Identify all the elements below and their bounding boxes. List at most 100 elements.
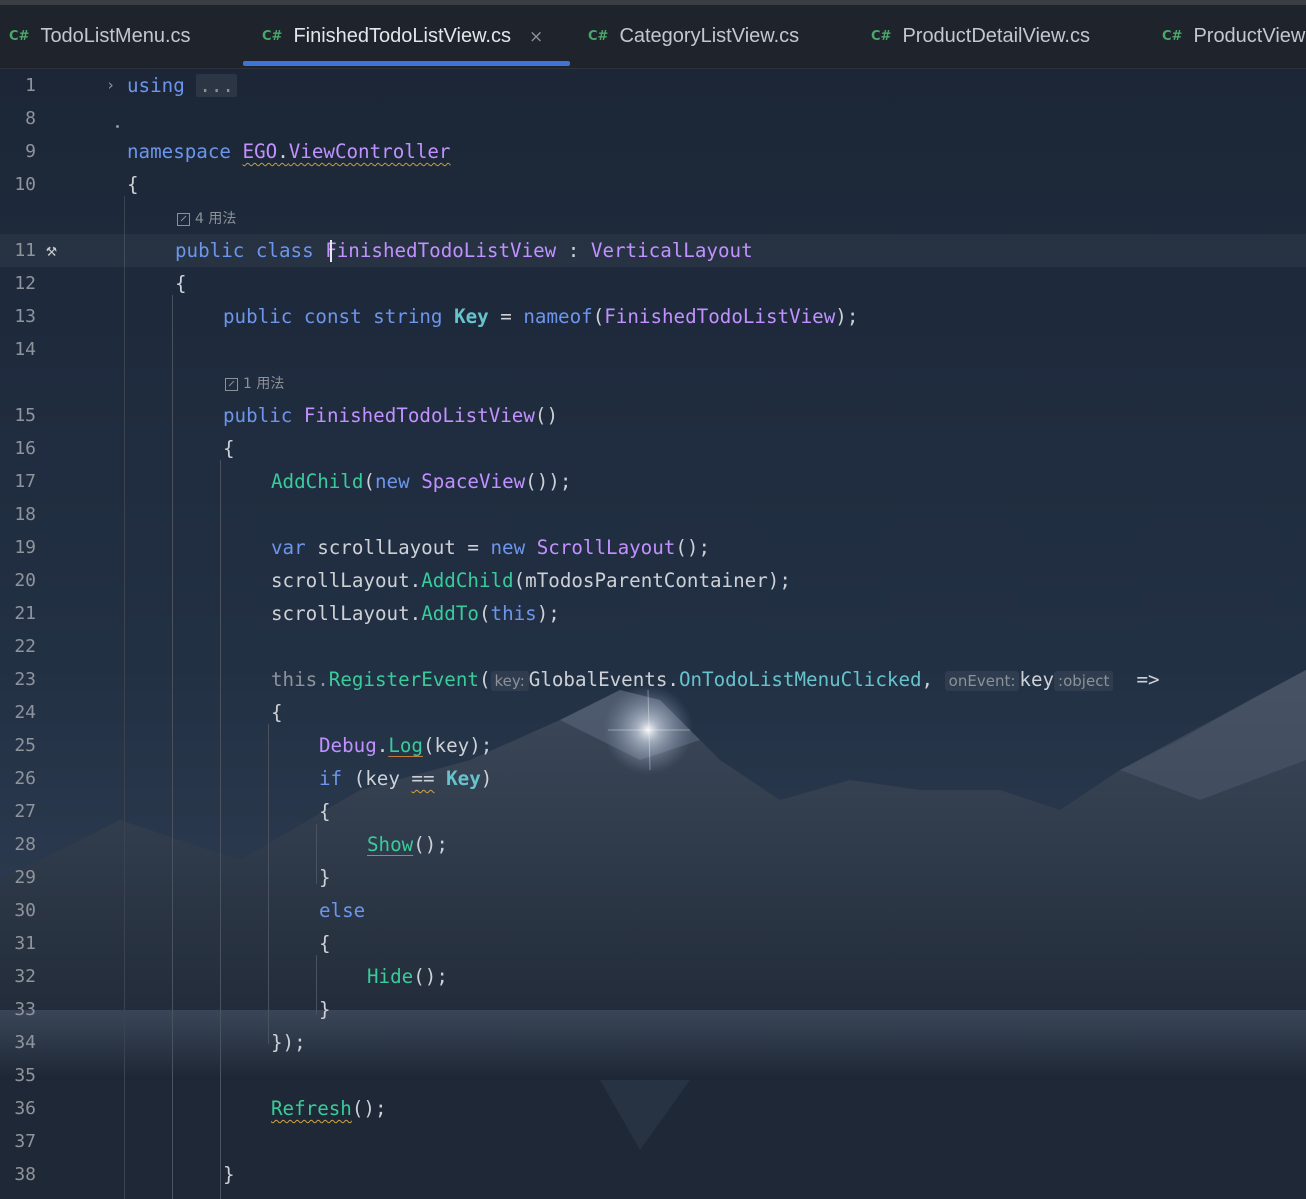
collapsed-region[interactable]: ... — [196, 74, 237, 97]
constant: Key — [446, 767, 481, 790]
line-number: 23 — [14, 669, 36, 690]
line-number: 30 — [14, 900, 36, 921]
code-line: 14 — [0, 333, 1306, 366]
punct: . — [277, 140, 289, 163]
code-line: 24 { — [0, 696, 1306, 729]
brace: { — [319, 932, 331, 955]
punct: ( — [363, 470, 375, 493]
code-line: 27 { — [0, 795, 1306, 828]
punct: . — [667, 668, 679, 691]
keyword: public class — [175, 239, 314, 262]
keyword: new — [374, 470, 410, 493]
brace: }); — [271, 1031, 306, 1054]
keyword: using — [127, 74, 185, 97]
brace: } — [319, 866, 331, 889]
tab-categorylistview[interactable]: C# CategoryListView.cs — [588, 5, 799, 68]
line-number: 36 — [14, 1098, 36, 1119]
code-line: 9 namespace EGO.ViewController — [0, 135, 1306, 168]
tab-productview[interactable]: C# ProductView — [1162, 5, 1305, 68]
line-number: 35 — [14, 1065, 36, 1086]
line-number: 34 — [14, 1032, 36, 1053]
keyword: nameof — [523, 305, 593, 328]
tab-finishedtodolistview[interactable]: C# FinishedTodoListView.cs × — [262, 5, 543, 68]
method-call: RegisterEvent — [328, 668, 479, 691]
lambda-arrow: => — [1136, 668, 1160, 691]
tab-label: CategoryListView.cs — [619, 25, 800, 47]
class-ref: FinishedTodoListView — [604, 305, 836, 328]
line-number: 20 — [14, 570, 36, 591]
close-icon[interactable]: × — [529, 27, 543, 47]
csharp-file-icon: C# — [1162, 29, 1183, 44]
tab-label: ProductView — [1193, 25, 1306, 47]
fold-arrow-icon[interactable]: › — [106, 69, 115, 102]
tab-label: TodoListMenu.cs — [40, 25, 191, 47]
brace: { — [175, 272, 187, 295]
punct: (); — [413, 833, 448, 856]
usage-hint[interactable]: 4 用法 — [177, 210, 236, 228]
line-number: 38 — [14, 1164, 36, 1185]
usage-hint[interactable]: 1 用法 — [225, 375, 284, 393]
punct: ( — [478, 668, 491, 691]
line-number: 32 — [14, 966, 36, 987]
code-line: 8 — [0, 102, 1306, 135]
method-call: AddChild — [271, 470, 364, 493]
identifier: scrollLayout — [271, 602, 410, 625]
identifier: (key — [342, 767, 412, 790]
code-line: 23 this.RegisterEvent(key: GlobalEvents.O… — [0, 663, 1306, 696]
line-number: 37 — [14, 1131, 36, 1152]
csharp-file-icon: C# — [9, 29, 30, 44]
keyword: if — [319, 767, 343, 790]
csharp-file-icon: C# — [871, 29, 892, 44]
brace: } — [319, 998, 331, 1021]
punct: (key); — [422, 734, 493, 757]
punct: ); — [835, 305, 859, 328]
tab-todolistmenu[interactable]: C# TodoListMenu.cs — [9, 5, 191, 68]
line-number: 13 — [14, 306, 36, 327]
editor-tab-bar: C# TodoListMenu.cs C# FinishedTodoListVi… — [0, 5, 1306, 69]
line-number: 18 — [14, 504, 36, 525]
namespace-part: ViewController — [288, 140, 451, 163]
tab-label: FinishedTodoListView.cs — [293, 25, 511, 47]
code-line: 20 scrollLayout.AddChild(mTodosParentCon… — [0, 564, 1306, 597]
line-number: 26 — [14, 768, 36, 789]
line-number: 33 — [14, 999, 36, 1020]
line-number: 10 — [14, 174, 36, 195]
code-line: 16 { — [0, 432, 1306, 465]
code-line: 25 Debug.Log(key); — [0, 729, 1306, 762]
parameter-hint: key: — [490, 671, 529, 691]
line-number: 8 — [25, 108, 36, 129]
constructor-name: FinishedTodoListView — [303, 404, 535, 427]
parameter-hint: onEvent: — [944, 671, 1020, 691]
punct: , — [921, 668, 934, 691]
class-ref: Debug — [319, 734, 377, 757]
code-line: 35 — [0, 1059, 1306, 1092]
code-line: 1 › using ... — [0, 69, 1306, 102]
line-number: 11 — [14, 240, 36, 261]
code-line: 22 — [0, 630, 1306, 663]
line-number: 17 — [14, 471, 36, 492]
csharp-file-icon: C# — [262, 29, 283, 44]
line-number: 24 — [14, 702, 36, 723]
keyword: else — [319, 899, 366, 922]
code-line: 26 if (key == Key) — [0, 762, 1306, 795]
punct: . — [317, 668, 329, 691]
line-number: 31 — [14, 933, 36, 954]
method-call: Log — [388, 734, 423, 757]
keyword: public const string — [223, 305, 443, 328]
tab-productdetailview[interactable]: C# ProductDetailView.cs — [871, 5, 1090, 68]
code-editor[interactable]: 1 › using ... 8 9 namespace EGO.ViewCont… — [0, 69, 1306, 1199]
method-call: Hide — [367, 965, 414, 988]
punct: ( — [513, 569, 526, 592]
code-line: 34 }); — [0, 1026, 1306, 1059]
code-line: 17 AddChild(new SpaceView()); — [0, 465, 1306, 498]
brace: { — [223, 437, 235, 460]
class-ref: GlobalEvents — [528, 668, 668, 691]
method-call: Refresh — [271, 1097, 352, 1120]
identifier: scrollLayout — [271, 569, 410, 592]
code-line: 18 — [0, 498, 1306, 531]
punct: . — [409, 569, 422, 592]
hammer-icon[interactable]: ⚒ — [46, 234, 57, 267]
line-number: 19 — [14, 537, 36, 558]
constant: Key — [454, 305, 489, 328]
identifier: scrollLayout = — [305, 536, 491, 559]
